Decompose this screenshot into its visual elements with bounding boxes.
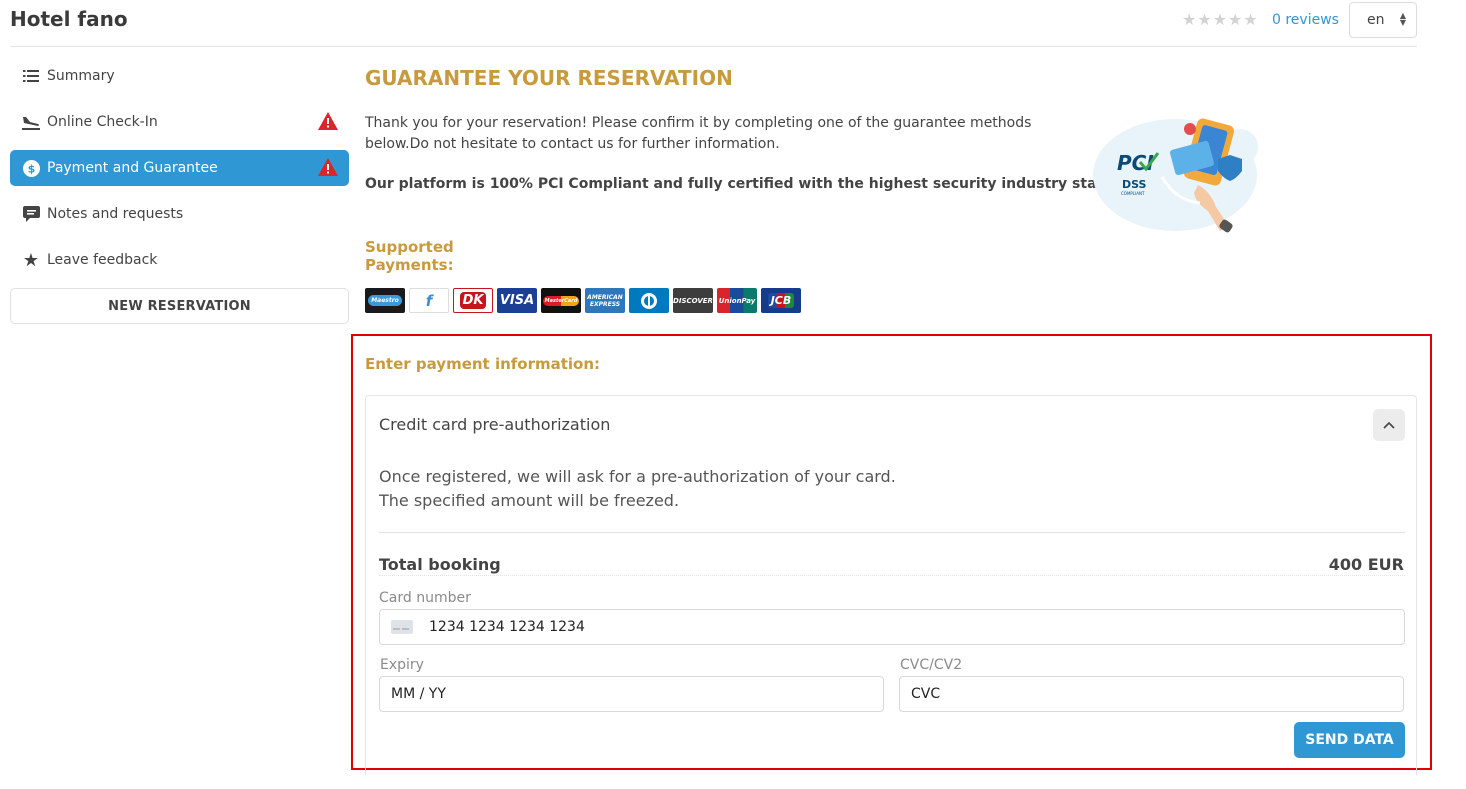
list-icon [22,67,40,85]
supported-payments-heading: Supported Payments: [365,238,454,274]
dollar-circle-icon: $ [22,159,40,177]
language-value: en [1367,12,1385,28]
expiry-placeholder: MM / YY [391,686,446,702]
dankort-card-icon: DK [453,288,493,313]
cvc-placeholder: CVC [911,686,941,702]
card-number-placeholder: 1234 1234 1234 1234 [429,619,585,635]
sidebar: Summary Online Check-In $ Payment and Gu… [10,58,349,324]
total-dotted-line [379,575,1405,576]
total-booking-label: Total booking [379,555,501,574]
comment-icon [22,205,40,223]
diners-card-icon [629,288,669,313]
maestro-card-icon: Maestro [365,288,405,313]
unionpay-card-icon: UnionPay [717,288,757,313]
pci-dss-illustration: PCI DSS COMPLIANT [1093,118,1258,233]
send-data-button[interactable]: SEND DATA [1294,722,1405,758]
card-number-label: Card number [379,590,471,606]
jcb-card-icon: JCB [761,288,801,313]
sidebar-item-label: Payment and Guarantee [47,160,218,176]
expiry-label: Expiry [380,657,424,673]
star-icon: ★ [1243,10,1258,29]
star-icon: ★ [1212,10,1228,29]
star-icon: ★ [1228,10,1243,29]
plane-landing-icon [22,113,40,131]
card-number-input[interactable]: 1234 1234 1234 1234 [379,609,1405,645]
credit-card-icon [391,620,413,634]
discover-card-icon: DISCOVER [673,288,713,313]
expiry-input[interactable]: MM / YY [379,676,884,712]
mastercard-card-icon: MasterCard [541,288,581,313]
rating-stars: ★ ★ ★ ★ ★ [1182,10,1258,30]
enter-payment-heading: Enter payment information: [365,355,601,373]
sidebar-item-label: Online Check-In [47,114,158,130]
payment-description: Once registered, we will ask for a pre-a… [379,465,896,513]
pci-compliance-text: Our platform is 100% PCI Compliant and f… [365,176,1143,192]
sidebar-item-label: Summary [47,68,115,84]
cvc-input[interactable]: CVC [899,676,1404,712]
payment-card-logos: Maestro f DK VISA MasterCard AMERICAN EX… [365,288,801,313]
sidebar-item-online-check-in[interactable]: Online Check-In [10,104,349,140]
intro-text: Thank you for your reservation! Please c… [365,115,1032,152]
amex-card-icon: AMERICAN EXPRESS [585,288,625,313]
cvc-label: CVC/CV2 [900,657,963,673]
collapse-button[interactable] [1373,409,1405,441]
new-reservation-button[interactable]: NEW RESERVATION [10,288,349,324]
star-icon: ★ [1182,10,1197,29]
sidebar-item-leave-feedback[interactable]: ★ Leave feedback [10,242,349,278]
payment-description-line2: The specified amount will be freezed. [379,491,680,510]
page-title: GUARANTEE YOUR RESERVATION [365,66,733,90]
warning-icon [318,158,338,176]
reviews-link[interactable]: 0 reviews [1272,12,1339,28]
sidebar-item-summary[interactable]: Summary [10,58,349,94]
chevron-up-icon [1383,421,1395,429]
payment-description-line1: Once registered, we will ask for a pre-a… [379,467,896,486]
warning-icon [318,112,338,130]
sidebar-item-payment-and-guarantee[interactable]: $ Payment and Guarantee [10,150,349,186]
pci-badge-dss: DSS [1122,178,1147,191]
sidebar-item-label: Notes and requests [47,206,184,222]
payment-method-title: Credit card pre-authorization [379,415,611,434]
payment-panel: Credit card pre-authorization Once regis… [365,395,1417,775]
visa-card-icon: VISA [497,288,537,313]
hotel-name: Hotel fano [10,7,128,31]
dankort-f-card-icon: f [409,288,449,313]
sidebar-item-label: Leave feedback [47,252,158,268]
star-icon: ★ [1197,10,1212,29]
svg-text:$: $ [27,162,35,175]
select-arrows-icon: ▲ ▼ [1399,11,1406,27]
pci-badge-compliant: COMPLIANT [1121,191,1145,196]
star-icon: ★ [22,249,40,271]
header: Hotel fano ★ ★ ★ ★ ★ 0 reviews en ▲ ▼ [10,0,1417,47]
total-booking-value: 400 EUR [1328,555,1404,574]
language-select[interactable]: en ▲ ▼ [1349,2,1417,38]
divider [379,532,1405,533]
sidebar-item-notes-and-requests[interactable]: Notes and requests [10,196,349,232]
